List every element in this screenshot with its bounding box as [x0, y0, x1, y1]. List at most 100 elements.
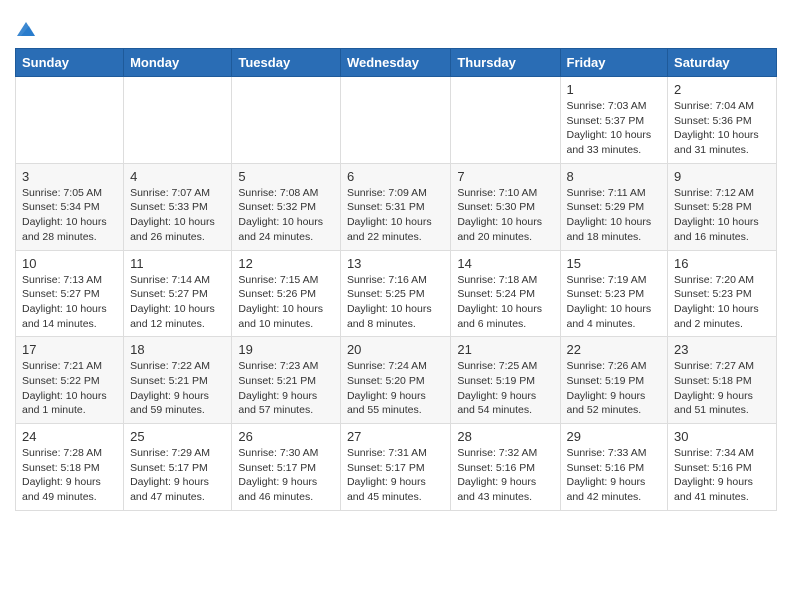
calendar-cell: 24 Sunrise: 7:28 AMSunset: 5:18 PMDayligh… [16, 424, 124, 511]
day-info: Sunrise: 7:33 AMSunset: 5:16 PMDaylight:… [567, 446, 662, 505]
day-number: 29 [567, 429, 662, 444]
calendar-cell: 15 Sunrise: 7:19 AMSunset: 5:23 PMDayligh… [560, 250, 668, 337]
day-number: 27 [347, 429, 444, 444]
day-number: 21 [457, 342, 553, 357]
day-number: 17 [22, 342, 117, 357]
calendar-cell: 2 Sunrise: 7:04 AMSunset: 5:36 PMDaylight… [668, 77, 777, 164]
day-info: Sunrise: 7:14 AMSunset: 5:27 PMDaylight:… [130, 273, 225, 332]
day-info: Sunrise: 7:08 AMSunset: 5:32 PMDaylight:… [238, 186, 334, 245]
day-number: 8 [567, 169, 662, 184]
day-number: 9 [674, 169, 770, 184]
day-info: Sunrise: 7:28 AMSunset: 5:18 PMDaylight:… [22, 446, 117, 505]
day-number: 11 [130, 256, 225, 271]
calendar-cell: 27 Sunrise: 7:31 AMSunset: 5:17 PMDayligh… [340, 424, 450, 511]
calendar-cell: 30Sunrise: 7:34 AMSunset: 5:16 PMDayligh… [668, 424, 777, 511]
weekday-header-thursday: Thursday [451, 49, 560, 77]
day-number: 13 [347, 256, 444, 271]
weekday-header-saturday: Saturday [668, 49, 777, 77]
day-info: Sunrise: 7:10 AMSunset: 5:30 PMDaylight:… [457, 186, 553, 245]
day-number: 20 [347, 342, 444, 357]
calendar-cell: 13 Sunrise: 7:16 AMSunset: 5:25 PMDayligh… [340, 250, 450, 337]
day-number: 14 [457, 256, 553, 271]
weekday-header-friday: Friday [560, 49, 668, 77]
calendar-cell: 9Sunrise: 7:12 AMSunset: 5:28 PMDaylight… [668, 163, 777, 250]
calendar-cell: 19 Sunrise: 7:23 AMSunset: 5:21 PMDayligh… [232, 337, 341, 424]
day-info: Sunrise: 7:20 AMSunset: 5:23 PMDaylight:… [674, 273, 770, 332]
header [15, 10, 777, 40]
calendar-cell: 7 Sunrise: 7:10 AMSunset: 5:30 PMDaylight… [451, 163, 560, 250]
logo-icon [15, 18, 37, 40]
calendar-week-1: 1 Sunrise: 7:03 AMSunset: 5:37 PMDaylight… [16, 77, 777, 164]
day-info: Sunrise: 7:04 AMSunset: 5:36 PMDaylight:… [674, 99, 770, 158]
day-info: Sunrise: 7:26 AMSunset: 5:19 PMDaylight:… [567, 359, 662, 418]
day-number: 26 [238, 429, 334, 444]
day-info: Sunrise: 7:23 AMSunset: 5:21 PMDaylight:… [238, 359, 334, 418]
day-number: 22 [567, 342, 662, 357]
calendar-cell: 29 Sunrise: 7:33 AMSunset: 5:16 PMDayligh… [560, 424, 668, 511]
calendar-cell: 11 Sunrise: 7:14 AMSunset: 5:27 PMDayligh… [124, 250, 232, 337]
day-number: 7 [457, 169, 553, 184]
calendar-cell: 17 Sunrise: 7:21 AMSunset: 5:22 PMDayligh… [16, 337, 124, 424]
day-number: 4 [130, 169, 225, 184]
weekday-header-tuesday: Tuesday [232, 49, 341, 77]
calendar-cell [232, 77, 341, 164]
weekday-header-wednesday: Wednesday [340, 49, 450, 77]
calendar-cell: 25Sunrise: 7:29 AMSunset: 5:17 PMDayligh… [124, 424, 232, 511]
calendar-week-4: 17 Sunrise: 7:21 AMSunset: 5:22 PMDayligh… [16, 337, 777, 424]
weekday-header-monday: Monday [124, 49, 232, 77]
day-number: 19 [238, 342, 334, 357]
day-number: 23 [674, 342, 770, 357]
logo [15, 18, 40, 40]
day-info: Sunrise: 7:22 AMSunset: 5:21 PMDaylight:… [130, 359, 225, 418]
calendar-week-3: 10 Sunrise: 7:13 AMSunset: 5:27 PMDayligh… [16, 250, 777, 337]
day-number: 1 [567, 82, 662, 97]
day-info: Sunrise: 7:16 AMSunset: 5:25 PMDaylight:… [347, 273, 444, 332]
calendar-cell: 22 Sunrise: 7:26 AMSunset: 5:19 PMDayligh… [560, 337, 668, 424]
calendar-cell: 16 Sunrise: 7:20 AMSunset: 5:23 PMDayligh… [668, 250, 777, 337]
day-number: 16 [674, 256, 770, 271]
calendar-cell: 23Sunrise: 7:27 AMSunset: 5:18 PMDayligh… [668, 337, 777, 424]
calendar-cell: 4 Sunrise: 7:07 AMSunset: 5:33 PMDaylight… [124, 163, 232, 250]
day-number: 30 [674, 429, 770, 444]
day-info: Sunrise: 7:21 AMSunset: 5:22 PMDaylight:… [22, 359, 117, 418]
calendar-cell: 18 Sunrise: 7:22 AMSunset: 5:21 PMDayligh… [124, 337, 232, 424]
calendar-cell: 1 Sunrise: 7:03 AMSunset: 5:37 PMDaylight… [560, 77, 668, 164]
calendar-cell: 6 Sunrise: 7:09 AMSunset: 5:31 PMDaylight… [340, 163, 450, 250]
calendar-cell [124, 77, 232, 164]
day-number: 6 [347, 169, 444, 184]
day-info: Sunrise: 7:13 AMSunset: 5:27 PMDaylight:… [22, 273, 117, 332]
day-number: 15 [567, 256, 662, 271]
day-info: Sunrise: 7:07 AMSunset: 5:33 PMDaylight:… [130, 186, 225, 245]
day-info: Sunrise: 7:29 AMSunset: 5:17 PMDaylight:… [130, 446, 225, 505]
day-number: 2 [674, 82, 770, 97]
day-info: Sunrise: 7:30 AMSunset: 5:17 PMDaylight:… [238, 446, 334, 505]
calendar-cell [16, 77, 124, 164]
day-info: Sunrise: 7:31 AMSunset: 5:17 PMDaylight:… [347, 446, 444, 505]
calendar-cell: 3 Sunrise: 7:05 AMSunset: 5:34 PMDaylight… [16, 163, 124, 250]
day-number: 3 [22, 169, 117, 184]
calendar-cell: 20 Sunrise: 7:24 AMSunset: 5:20 PMDayligh… [340, 337, 450, 424]
calendar-cell [451, 77, 560, 164]
calendar-cell: 12 Sunrise: 7:15 AMSunset: 5:26 PMDayligh… [232, 250, 341, 337]
day-number: 10 [22, 256, 117, 271]
day-info: Sunrise: 7:15 AMSunset: 5:26 PMDaylight:… [238, 273, 334, 332]
calendar-cell [340, 77, 450, 164]
calendar-cell: 8 Sunrise: 7:11 AMSunset: 5:29 PMDaylight… [560, 163, 668, 250]
day-number: 18 [130, 342, 225, 357]
day-number: 24 [22, 429, 117, 444]
day-info: Sunrise: 7:05 AMSunset: 5:34 PMDaylight:… [22, 186, 117, 245]
day-number: 12 [238, 256, 334, 271]
calendar-cell: 10 Sunrise: 7:13 AMSunset: 5:27 PMDayligh… [16, 250, 124, 337]
calendar-cell: 28 Sunrise: 7:32 AMSunset: 5:16 PMDayligh… [451, 424, 560, 511]
day-number: 28 [457, 429, 553, 444]
day-info: Sunrise: 7:11 AMSunset: 5:29 PMDaylight:… [567, 186, 662, 245]
day-info: Sunrise: 7:24 AMSunset: 5:20 PMDaylight:… [347, 359, 444, 418]
day-info: Sunrise: 7:03 AMSunset: 5:37 PMDaylight:… [567, 99, 662, 158]
calendar-cell: 26 Sunrise: 7:30 AMSunset: 5:17 PMDayligh… [232, 424, 341, 511]
day-info: Sunrise: 7:19 AMSunset: 5:23 PMDaylight:… [567, 273, 662, 332]
day-number: 5 [238, 169, 334, 184]
day-info: Sunrise: 7:32 AMSunset: 5:16 PMDaylight:… [457, 446, 553, 505]
day-info: Sunrise: 7:09 AMSunset: 5:31 PMDaylight:… [347, 186, 444, 245]
day-info: Sunrise: 7:18 AMSunset: 5:24 PMDaylight:… [457, 273, 553, 332]
calendar-cell: 21Sunrise: 7:25 AMSunset: 5:19 PMDayligh… [451, 337, 560, 424]
